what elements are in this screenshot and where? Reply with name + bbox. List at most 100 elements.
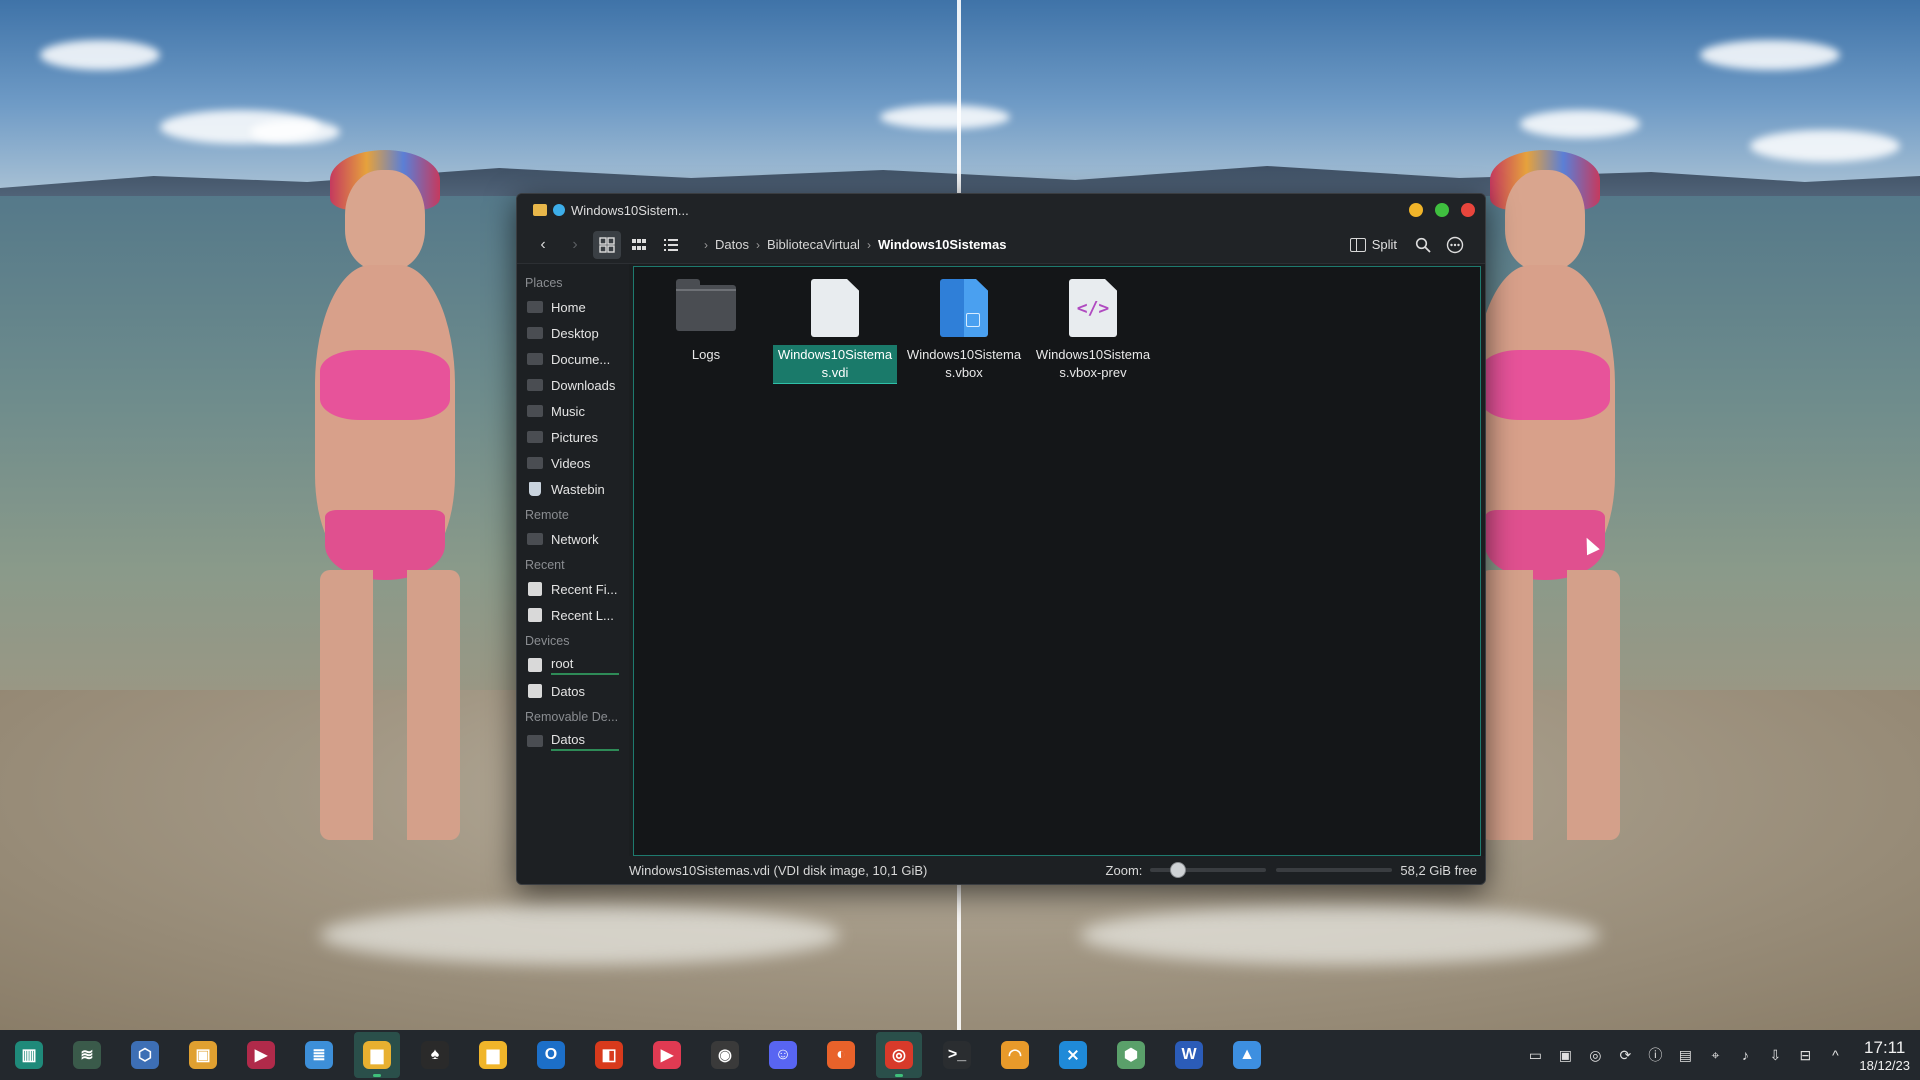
taskbar-app-photos[interactable]: ▲ [1224,1032,1270,1078]
taskbar-app-obs[interactable]: ◉ [702,1032,748,1078]
back-button[interactable]: ‹ [529,231,557,259]
taskbar-app-system-monitor[interactable]: ≋ [64,1032,110,1078]
volume-icon[interactable]: ♪ [1735,1045,1755,1065]
more-options-button[interactable] [1441,231,1469,259]
search-button[interactable] [1409,231,1437,259]
network-icon[interactable]: ⊟ [1795,1045,1815,1065]
file-view[interactable]: Logs Windows10Sistemas.vdi Windows10Sist… [633,266,1481,856]
sidebar-item-datos[interactable]: Datos [517,678,629,704]
folder-icon [676,279,736,331]
breadcrumb-windows10sistemas[interactable]: Windows10Sistemas [878,237,1006,252]
wallpaper-foam [1080,905,1600,965]
taskbar-app-firefox[interactable]: ◐ [818,1032,864,1078]
breadcrumb-bibliotecavirtual[interactable]: BibliotecaVirtual [767,237,860,252]
breadcrumb-datos[interactable]: Datos [715,237,749,252]
clock[interactable]: 17:11 18/12/23 [1859,1038,1910,1073]
taskbar-app-chrome[interactable]: ◎ [876,1032,922,1078]
location-icon[interactable]: ⌖ [1705,1045,1725,1065]
usb-icon[interactable]: ⇩ [1765,1045,1785,1065]
breadcrumb-separator-icon: › [755,237,760,252]
file-item-vdi[interactable]: Windows10Sistemas.vdi [773,277,897,384]
recent-files-icon [528,582,542,596]
taskbar-app-outlook[interactable]: O [528,1032,574,1078]
3d-tool-icon: ⬢ [1117,1041,1145,1069]
folder-icon [527,301,543,313]
sidebar-item-music[interactable]: Music [517,398,629,424]
taskbar-app-media-player[interactable]: ▶ [644,1032,690,1078]
folder-icon [527,405,543,417]
maximize-button[interactable] [1435,203,1449,217]
chrome-icon: ◎ [885,1041,913,1069]
taskbar-app-files[interactable]: ▆ [470,1032,516,1078]
zoom-slider[interactable] [1150,862,1267,878]
folder-icon [527,457,543,469]
forward-button[interactable]: › [561,231,589,259]
minimize-button[interactable] [1409,203,1423,217]
drive-icon [528,684,542,698]
sidebar-item-home[interactable]: Home [517,294,629,320]
taskbar-app-word[interactable]: W [1166,1032,1212,1078]
compact-view-button[interactable] [625,231,653,259]
taskbar-app-app-launcher[interactable]: ▥ [6,1032,52,1078]
pager-icon[interactable]: ▣ [1555,1045,1575,1065]
taskbar-app-vscode[interactable]: ⨯ [1050,1032,1096,1078]
disk-usage-bar [551,748,619,751]
sidebar-item-label: Datos [551,731,585,747]
toolbar: ‹ › › Datos › BibliotecaVirtual › Window… [517,226,1485,264]
split-label: Split [1371,237,1397,252]
taskbar-app-text-editor[interactable]: ≣ [296,1032,342,1078]
taskbar-app-software-store[interactable]: ▣ [180,1032,226,1078]
video-editor-icon: ▶ [247,1041,275,1069]
taskbar-app-image-viewer[interactable]: ◠ [992,1032,1038,1078]
sidebar-section-remote: Remote [525,508,569,522]
wallpaper-foam [320,905,840,965]
sidebar-item-recent-locations[interactable]: Recent L... [517,602,629,628]
sidebar-item-label: Docume... [551,351,611,367]
file-item-vbox[interactable]: Windows10Sistemas.vbox [902,277,1026,383]
taskbar-app-3d-tool[interactable]: ⬢ [1108,1032,1154,1078]
file-item-vbox-prev[interactable]: </> Windows10Sistemas.vbox-prev [1031,277,1155,383]
sidebar-item-desktop[interactable]: Desktop [517,320,629,346]
taskbar-app-video-editor[interactable]: ▶ [238,1032,284,1078]
taskbar-app-office[interactable]: ◧ [586,1032,632,1078]
word-icon: W [1175,1041,1203,1069]
sidebar-item-network[interactable]: Network [517,526,629,552]
clipboard-icon[interactable]: ▤ [1675,1045,1695,1065]
updates-icon[interactable]: ⟳ [1615,1045,1635,1065]
sidebar-item-videos[interactable]: Videos [517,450,629,476]
details-view-button[interactable] [657,231,685,259]
close-button[interactable] [1461,203,1475,217]
chevron-up-icon[interactable]: ^ [1825,1045,1845,1065]
taskbar-app-list: ▥ ≋ ⬡ ▣ ▶ ≣ ▆ ♠ ▆ O ◧ ▶ ◉ ☺ ◐ ◎ >_ ◠ ⨯ ⬢ W ▲ [0,1032,1515,1078]
thumbnail [805,277,865,339]
icons-view-button[interactable] [593,230,621,259]
zoom-slider-handle[interactable] [1170,862,1187,878]
file-name: Windows10Sistemas.vbox [906,347,1022,380]
sidebar-item-recent-files[interactable]: Recent Fi... [517,576,629,602]
title-bar[interactable]: Windows10Sistem... [517,194,1485,226]
sidebar-item-label: Recent Fi... [551,581,618,597]
taskbar-app-file-manager[interactable]: ▆ [354,1032,400,1078]
office-icon: ◧ [595,1041,623,1069]
taskbar-app-discord[interactable]: ☺ [760,1032,806,1078]
file-item-logs[interactable]: Logs [644,277,768,365]
taskbar-app-inkscape[interactable]: ♠ [412,1032,458,1078]
sidebar-item-downloads[interactable]: Downloads [517,372,629,398]
chrome-tray-icon[interactable]: ◎ [1585,1045,1605,1065]
sidebar-item-documents[interactable]: Docume... [517,346,629,372]
show-desktop-icon[interactable]: ▭ [1525,1045,1545,1065]
sidebar-item-pictures[interactable]: Pictures [517,424,629,450]
split-button[interactable]: Split [1349,237,1397,252]
sidebar-item-label: Network [551,531,599,547]
info-icon[interactable]: ⓘ [1645,1045,1665,1065]
sidebar-item-root[interactable]: root [517,652,629,678]
taskbar-app-terminal[interactable]: >_ [934,1032,980,1078]
zoom-label: Zoom: [1105,862,1143,878]
sidebar-item-wastebin[interactable]: Wastebin [517,476,629,502]
wallpaper-cloud [880,105,1010,129]
terminal-icon: >_ [943,1041,971,1069]
eject-icon[interactable]: ▲ [627,736,629,747]
sidebar-item-removable-datos[interactable]: Datos ▲ [517,728,629,754]
taskbar-app-virtualbox[interactable]: ⬡ [122,1032,168,1078]
image-viewer-icon: ◠ [1001,1041,1029,1069]
